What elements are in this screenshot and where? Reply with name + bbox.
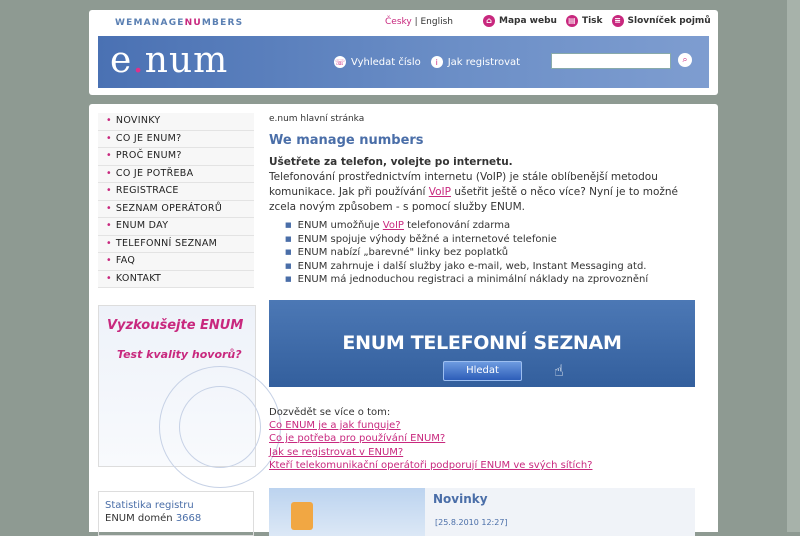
news-image (269, 488, 425, 536)
menu-item-proc-enum[interactable]: • PROČ ENUM? (98, 148, 254, 166)
search-input[interactable] (551, 53, 671, 69)
info-icon: i (430, 56, 443, 68)
benefits-list: ENUM umožňuje VoIP telefonování zdarma E… (285, 219, 649, 287)
banner-title: ENUM TELEFONNÍ SEZNAM (342, 332, 622, 354)
menu-item-telefonni-seznam[interactable]: • TELEFONNÍ SEZNAM (98, 235, 254, 253)
voip-link[interactable]: VoIP (429, 186, 451, 198)
list-item: ENUM nabízí „barevné" linky bez poplatků (285, 246, 648, 260)
promo-title: Vyzkoušejte ENUM (107, 318, 244, 333)
stats-title: Statistika registru (105, 500, 194, 511)
test-enum-promo[interactable]: Vyzkoušejte ENUM Test kvality hovorů? (98, 305, 281, 488)
menu-item-co-je-enum[interactable]: • CO JE ENUM? (98, 130, 254, 148)
scrollbar[interactable] (787, 0, 800, 532)
print-link[interactable]: ▤ Tisk (565, 15, 603, 27)
intro-text: Ušetřete za telefon, volejte po internet… (269, 156, 679, 213)
print-icon: ▤ (565, 15, 578, 27)
search-icon[interactable]: ⌕ (678, 53, 692, 67)
menu-item-kontakt[interactable]: • KONTAKT (98, 270, 254, 288)
map-icon: ⌂ (483, 15, 495, 27)
brand-tagline: WEMANAGENUMBERS (115, 18, 244, 28)
hand-cursor-icon: ☝ (554, 361, 564, 380)
breadcrumb: e.num hlavní stránka (269, 114, 365, 124)
news-graphic (291, 502, 313, 530)
voip-link[interactable]: VoIP (383, 220, 404, 231)
page-title: We manage numbers (269, 133, 424, 148)
glossary-link[interactable]: ≡ Slovníček pojmů (611, 15, 711, 27)
faq-link[interactable]: Jak se registrovat v ENUM? (269, 447, 403, 458)
sitemap-link[interactable]: ⌂ Mapa webu (483, 15, 557, 27)
list-item: ENUM zahrnuje i další služby jako e-mail… (285, 260, 648, 274)
language-switch: Česky | English (385, 17, 453, 27)
phonebook-banner[interactable]: ENUM TELEFONNÍ SEZNAM Hledat ☝ (269, 300, 695, 387)
search-number-link[interactable]: ☏ Vyhledat číslo (334, 56, 421, 68)
main-panel: • NOVINKY • CO JE ENUM? • PROČ ENUM? • CO JE… (89, 104, 718, 536)
registry-stats: Statistika registru ENUM domén 3668 (98, 491, 254, 536)
header-banner: e.num ☏ Vyhledat číslo i Jak registrovat ⌕ (98, 36, 709, 88)
faq-link[interactable]: Co je potřeba pro používání ENUM? (269, 433, 445, 444)
glossary-icon: ≡ (611, 15, 624, 27)
phone-search-icon: ☏ (334, 56, 346, 68)
header-panel: WEMANAGENUMBERS Česky | English ⌂ Mapa we… (89, 10, 718, 95)
menu-item-co-je-potreba[interactable]: • CO JE POTŘEBA (98, 165, 254, 183)
search-button[interactable]: Hledat (443, 361, 522, 381)
enum-logo[interactable]: e.num (110, 40, 228, 81)
lang-english-link[interactable]: English (421, 17, 454, 27)
list-item: ENUM má jednoduchou registraci a minimál… (285, 273, 649, 287)
menu-item-seznam-operatoru[interactable]: • SEZNAM OPERÁTORŮ (98, 200, 254, 218)
learn-more-title: Dozvědět se více o tom: (269, 407, 391, 418)
faq-link[interactable]: Co ENUM je a jak funguje? (269, 420, 401, 431)
menu-item-registrace[interactable]: • REGISTRACE (98, 183, 254, 201)
list-item: ENUM umožňuje VoIP telefonování zdarma (285, 219, 648, 233)
news-date: [25.8.2010 12:27] (435, 518, 508, 527)
sidebar-menu: • NOVINKY • CO JE ENUM? • PROČ ENUM? • CO JE… (98, 113, 254, 288)
menu-item-novinky[interactable]: • NOVINKY (98, 113, 254, 131)
lang-cesky-link[interactable]: Česky (385, 17, 412, 27)
list-item: ENUM spojuje výhody běžné a internetové … (285, 233, 648, 247)
stats-domain-count: ENUM domén 3668 (105, 513, 202, 524)
decorative-ring (179, 386, 261, 468)
banner-links: ☏ Vyhledat číslo i Jak registrovat (334, 56, 520, 68)
menu-item-enum-day[interactable]: • ENUM DAY (98, 218, 254, 236)
promo-subtitle: Test kvality hovorů? (117, 348, 242, 361)
menu-item-faq[interactable]: • FAQ (98, 253, 254, 271)
how-to-register-link[interactable]: i Jak registrovat (430, 56, 520, 68)
utility-links: ⌂ Mapa webu ▤ Tisk ≡ Slovníček pojmů (483, 15, 711, 27)
faq-link[interactable]: Kteří telekomunikační operátoři podporuj… (269, 460, 592, 471)
learn-more: Dozvědět se více o tom: Co ENUM je a jak… (269, 406, 592, 472)
news-title[interactable]: Novinky (433, 492, 488, 506)
news-box: Novinky [25.8.2010 12:27] (269, 488, 695, 536)
